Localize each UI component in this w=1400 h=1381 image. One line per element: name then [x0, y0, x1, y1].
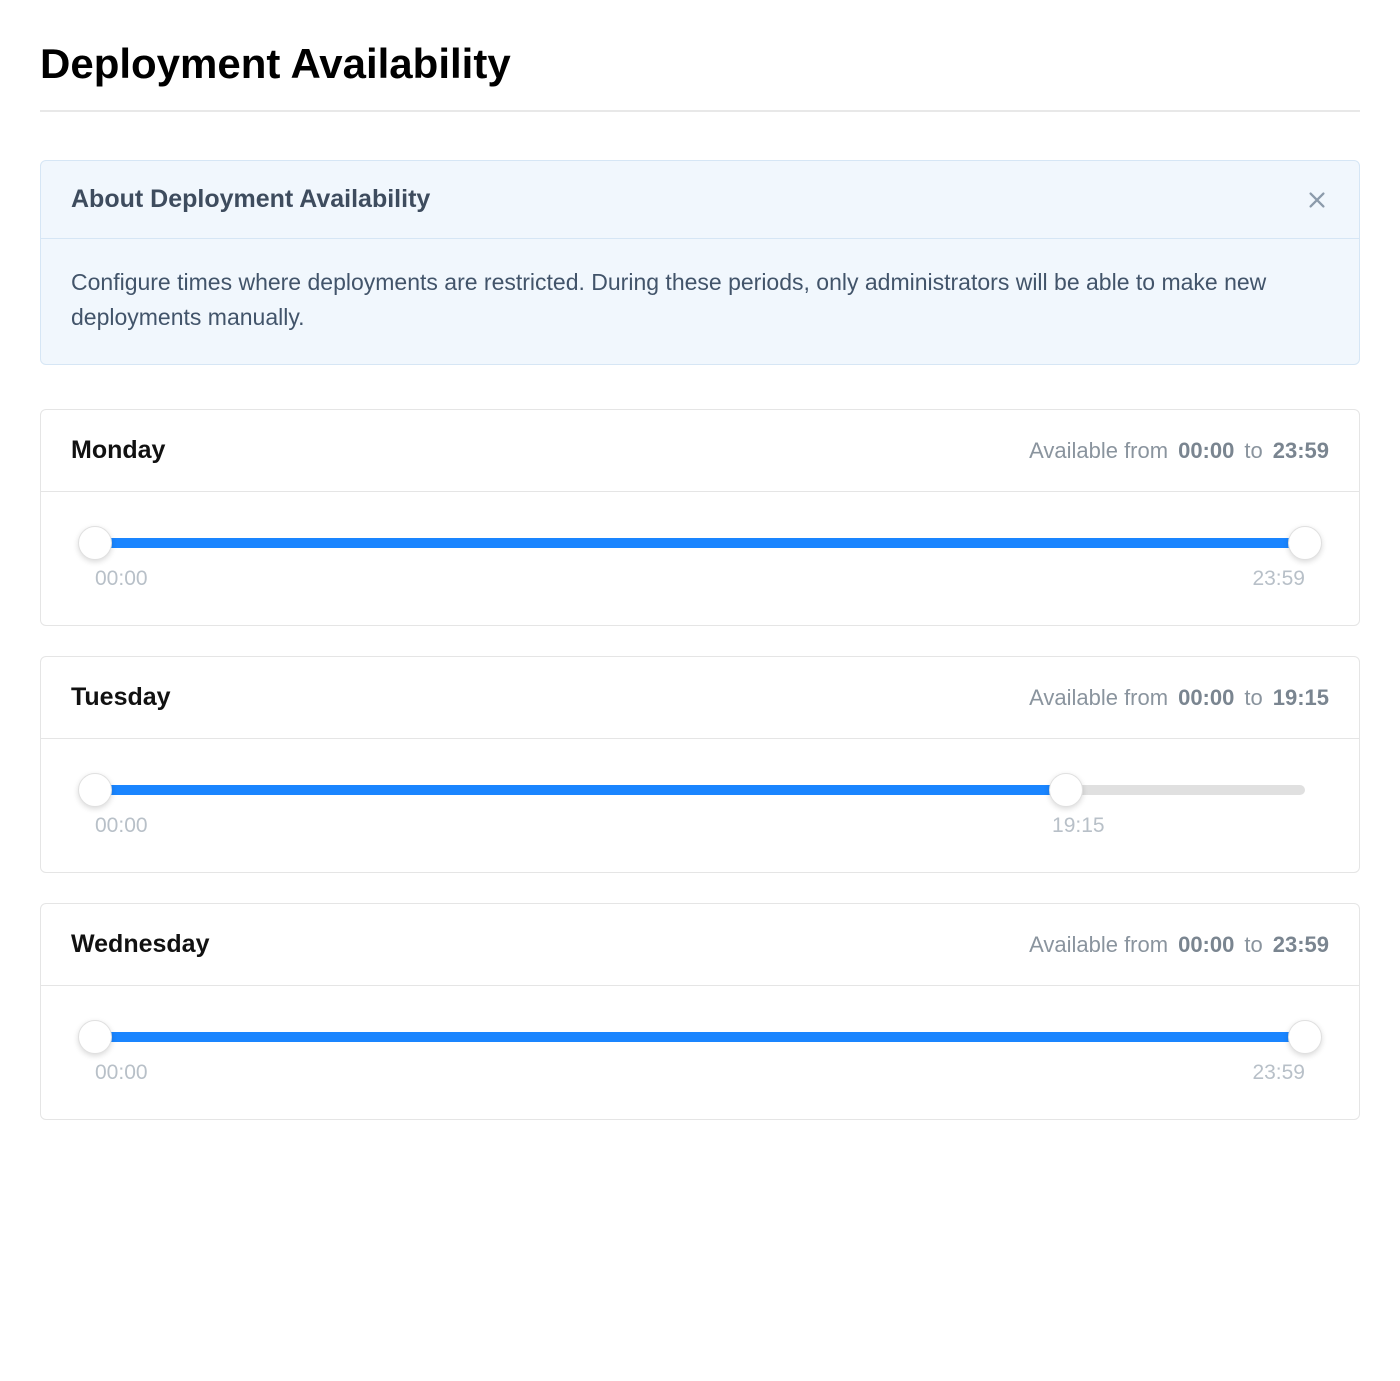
available-from-value: 00:00	[1178, 932, 1234, 958]
day-card: Monday Available from 00:00 to 23:59 00:00 23:…	[40, 409, 1360, 626]
slider-labels: 00:00 23:59	[81, 567, 1319, 591]
day-name: Tuesday	[71, 683, 171, 712]
slider-area: 00:00 19:15	[41, 739, 1359, 872]
day-header: Monday Available from 00:00 to 23:59	[41, 410, 1359, 492]
slider-fill	[95, 785, 1066, 795]
slider-end-label: 19:15	[1052, 814, 1105, 838]
slider-fill	[95, 538, 1305, 548]
time-range-slider[interactable]	[81, 1019, 1319, 1055]
close-icon	[1306, 189, 1328, 211]
slider-handle-start[interactable]	[78, 773, 112, 807]
time-range-slider[interactable]	[81, 772, 1319, 808]
slider-labels: 00:00 19:15	[81, 814, 1319, 838]
slider-end-label: 23:59	[1252, 1061, 1305, 1085]
available-to-label: to	[1244, 438, 1262, 464]
day-name: Wednesday	[71, 930, 209, 959]
close-button[interactable]	[1305, 188, 1329, 212]
title-divider	[40, 110, 1360, 112]
time-range-slider[interactable]	[81, 525, 1319, 561]
slider-start-label: 00:00	[95, 567, 148, 591]
available-from-label: Available from	[1029, 932, 1168, 958]
day-header: Wednesday Available from 00:00 to 23:59	[41, 904, 1359, 986]
slider-handle-start[interactable]	[78, 526, 112, 560]
availability-summary: Available from 00:00 to 23:59	[1029, 932, 1329, 958]
info-banner-title: About Deployment Availability	[71, 185, 430, 214]
info-banner-body: Configure times where deployments are re…	[41, 239, 1359, 364]
slider-area: 00:00 23:59	[41, 492, 1359, 625]
day-card: Tuesday Available from 00:00 to 19:15 00:00 19…	[40, 656, 1360, 873]
slider-handle-end[interactable]	[1288, 1020, 1322, 1054]
day-name: Monday	[71, 436, 165, 465]
slider-area: 00:00 23:59	[41, 986, 1359, 1119]
available-to-value: 23:59	[1273, 438, 1329, 464]
available-from-value: 00:00	[1178, 685, 1234, 711]
slider-start-label: 00:00	[95, 1061, 148, 1085]
available-to-label: to	[1244, 932, 1262, 958]
available-from-label: Available from	[1029, 685, 1168, 711]
slider-handle-end[interactable]	[1049, 773, 1083, 807]
info-banner-header: About Deployment Availability	[41, 161, 1359, 239]
available-to-label: to	[1244, 685, 1262, 711]
available-to-value: 19:15	[1273, 685, 1329, 711]
availability-summary: Available from 00:00 to 19:15	[1029, 685, 1329, 711]
slider-labels: 00:00 23:59	[81, 1061, 1319, 1085]
available-to-value: 23:59	[1273, 932, 1329, 958]
slider-end-label: 23:59	[1252, 567, 1305, 591]
available-from-value: 00:00	[1178, 438, 1234, 464]
slider-handle-start[interactable]	[78, 1020, 112, 1054]
day-header: Tuesday Available from 00:00 to 19:15	[41, 657, 1359, 739]
page-title: Deployment Availability	[40, 40, 1360, 88]
day-card: WednesdayAvailable from00:00to23:5900:00…	[40, 903, 1360, 1120]
slider-fill	[95, 1032, 1305, 1042]
available-from-label: Available from	[1029, 438, 1168, 464]
slider-handle-end[interactable]	[1288, 526, 1322, 560]
info-banner: About Deployment Availability Configure …	[40, 160, 1360, 365]
slider-start-label: 00:00	[95, 814, 148, 838]
availability-summary: Available from 00:00 to 23:59	[1029, 438, 1329, 464]
